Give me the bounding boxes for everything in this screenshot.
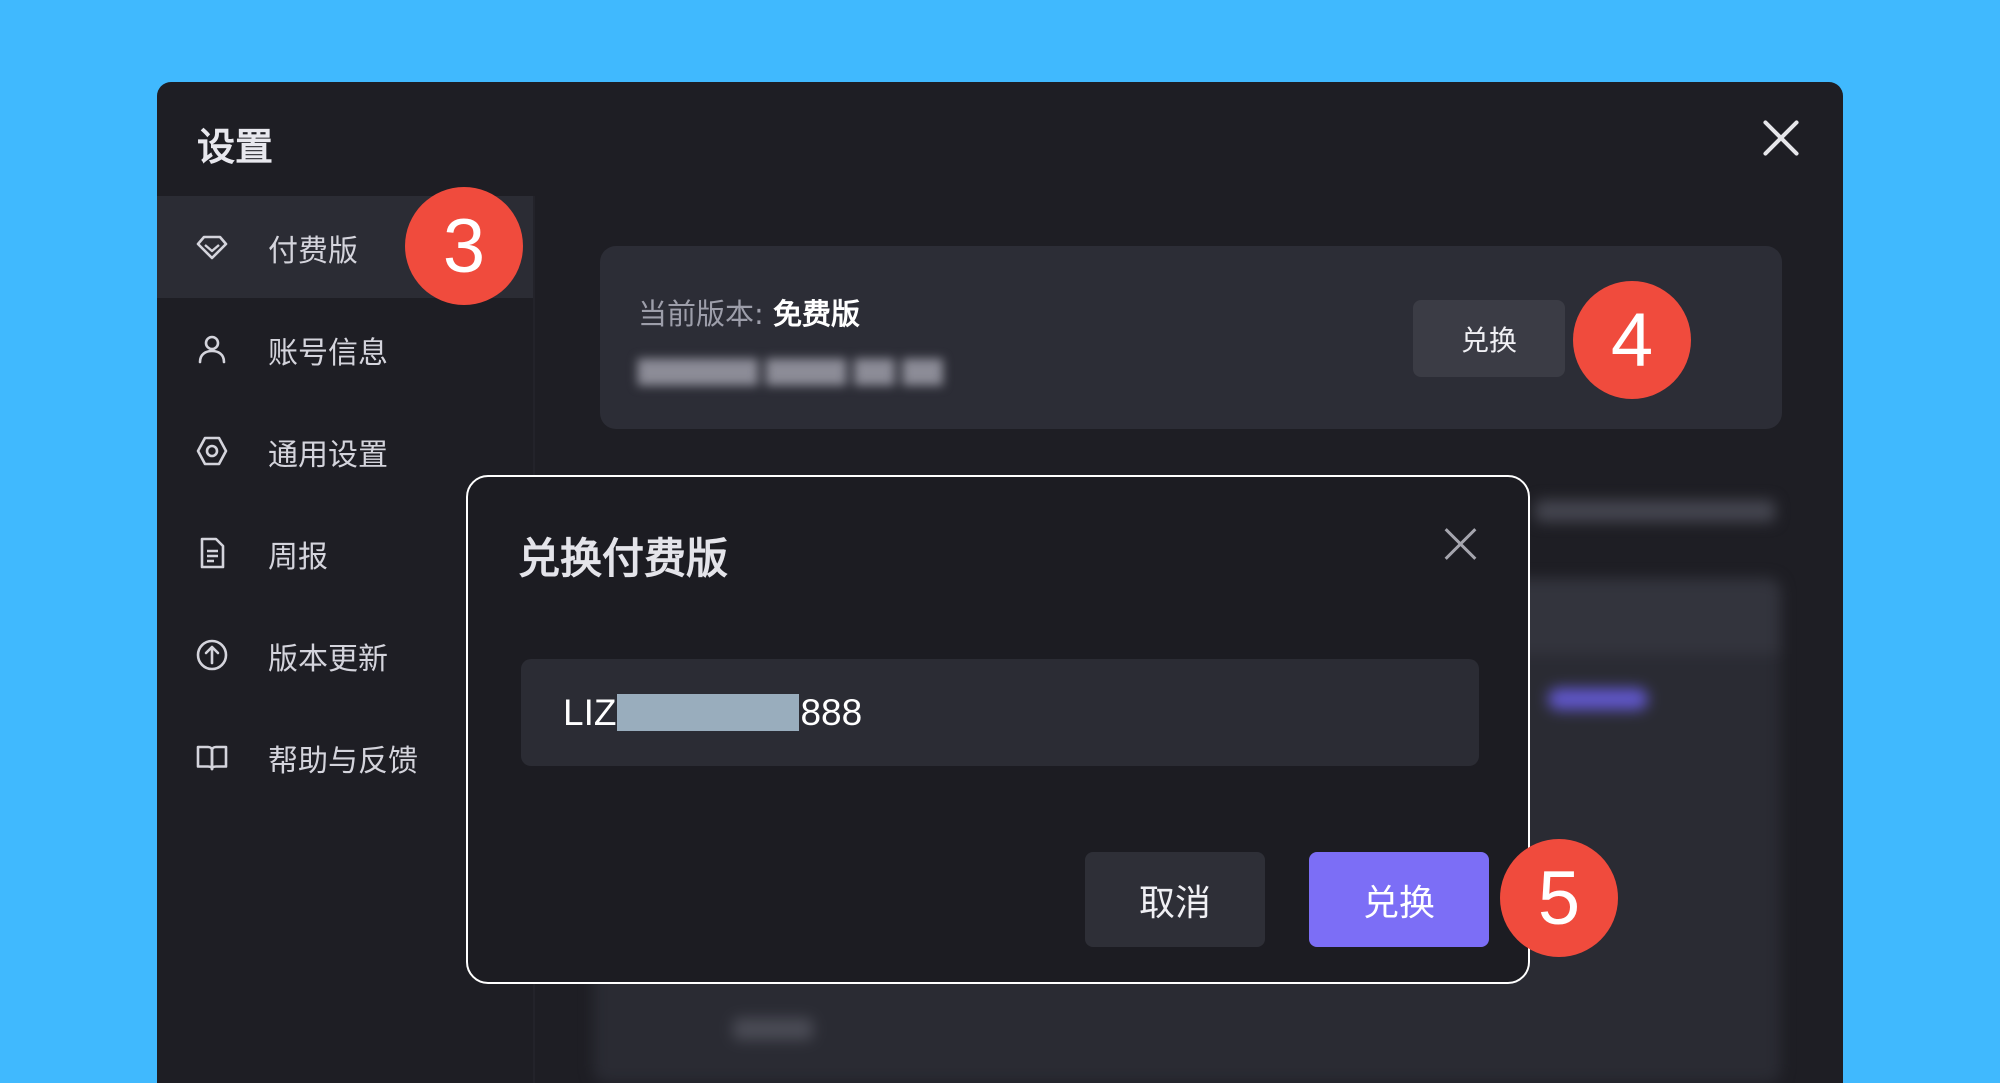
- current-version-value: 免费版: [773, 297, 861, 331]
- redeem-button[interactable]: 兑换: [1413, 300, 1565, 377]
- sidebar-item-label: 通用设置: [268, 438, 388, 473]
- step-badge-4: 4: [1573, 281, 1691, 399]
- redeem-dialog: 兑换付费版 LIZ 888 取消 兑换: [466, 475, 1530, 984]
- diamond-icon: [196, 235, 228, 260]
- close-icon[interactable]: [1761, 118, 1801, 158]
- close-icon[interactable]: [1444, 527, 1478, 561]
- code-redaction-mask: [617, 694, 800, 731]
- user-icon: [198, 335, 226, 364]
- code-prefix: LIZ: [563, 691, 617, 733]
- step-badge-5: 5: [1500, 839, 1618, 957]
- blurred-highlight: [1548, 688, 1648, 710]
- sidebar-item-label: 版本更新: [268, 642, 388, 677]
- sidebar-item-label: 帮助与反馈: [268, 744, 418, 779]
- sidebar-item-account[interactable]: 账号信息: [157, 298, 533, 400]
- dialog-title: 兑换付费版: [518, 534, 729, 583]
- book-icon: [196, 745, 228, 771]
- upload-icon: [196, 639, 228, 671]
- sidebar-item-label: 账号信息: [268, 336, 388, 371]
- settings-icon: [196, 436, 228, 466]
- document-icon: [200, 537, 225, 569]
- blurred-background-text: [1535, 500, 1775, 522]
- blurred-expiry-text: ▇▇▇▇▇▇ ▇▇▇▇ ▇▇ ▇▇: [638, 356, 943, 386]
- step-badge-3: 3: [405, 187, 523, 305]
- redeem-code-input[interactable]: LIZ 888: [521, 659, 1479, 766]
- blurred-row-label: [733, 1018, 813, 1040]
- current-version: 当前版本: 免费版: [638, 291, 860, 333]
- window-title: 设置: [197, 125, 274, 169]
- cancel-button[interactable]: 取消: [1085, 852, 1265, 947]
- confirm-redeem-button[interactable]: 兑换: [1309, 852, 1489, 947]
- current-version-label: 当前版本:: [638, 297, 764, 331]
- sidebar-item-label: 付费版: [268, 234, 358, 269]
- code-suffix: 888: [800, 691, 863, 733]
- sidebar-item-label: 周报: [268, 540, 328, 575]
